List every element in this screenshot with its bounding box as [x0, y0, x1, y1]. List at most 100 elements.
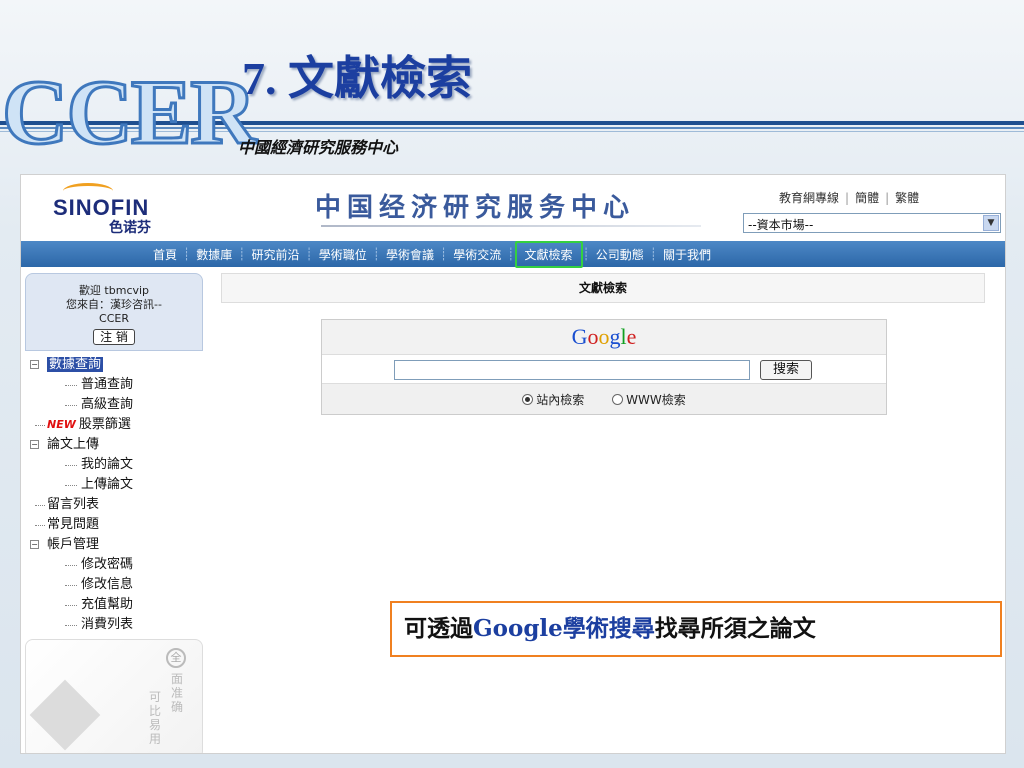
- callout-box: 可透過Google學術搜尋找尋所須之論文: [390, 601, 1002, 657]
- market-select-value: --資本市場--: [748, 218, 814, 232]
- option-site-search-label: 站內檢索: [536, 393, 585, 407]
- nav-separator: ┊: [372, 247, 380, 261]
- panel-title: 文獻檢索: [221, 273, 985, 303]
- tree-connector: [65, 585, 77, 586]
- sidebar-item[interactable]: NEW 股票篩選: [25, 415, 203, 435]
- welcome-box: 歡迎 tbmcvip 您來自：漢珍咨訊-- CCER 注 销: [25, 273, 203, 351]
- radio-www-search[interactable]: [612, 394, 624, 405]
- tree-connector: [35, 525, 45, 526]
- sidebar-item[interactable]: 常見問題: [25, 515, 203, 535]
- sidebar-item-label: 論文上傳: [47, 437, 100, 452]
- welcome-org: CCER: [99, 312, 129, 325]
- tree-connector: [35, 505, 45, 506]
- nav-item[interactable]: 學術職位: [313, 246, 373, 263]
- option-www-search-label: WWW檢索: [626, 393, 686, 407]
- google-search-box: Google 搜索 站內檢索 WWW檢索: [321, 319, 887, 415]
- sidebar-item-label: 我的論文: [81, 457, 134, 472]
- new-badge: NEW: [47, 418, 76, 431]
- nav-item[interactable]: 首頁: [147, 246, 183, 263]
- nav-separator: ┊: [238, 247, 246, 261]
- toplink-simplified[interactable]: 簡體: [849, 191, 885, 205]
- collapse-toggle-icon[interactable]: −: [30, 440, 39, 449]
- sidebar-item-label: 上傳論文: [81, 477, 134, 492]
- tree-connector: [65, 385, 77, 386]
- brand-sub: 色诺芬: [109, 220, 151, 236]
- nav-item[interactable]: 文獻檢索: [514, 240, 583, 268]
- market-select[interactable]: --資本市場-- ▼: [743, 213, 1001, 233]
- site-header: SINOFIN 色诺芬 中国经济研究服务中心 教育網專線 | 簡體 | 繁體 --資本市…: [21, 175, 1005, 239]
- ad-text-col2: 可比易用: [148, 690, 161, 746]
- sidebar-item[interactable]: 消費列表: [25, 615, 203, 635]
- nav-item[interactable]: 學術會議: [380, 246, 440, 263]
- ad-circle-badge: 全: [166, 648, 186, 668]
- sidebar-item-label: 高級查詢: [81, 397, 134, 412]
- search-input[interactable]: [394, 360, 750, 380]
- nav-item[interactable]: 關于我們: [657, 246, 717, 263]
- callout-text-3: 找尋所須之論文: [654, 615, 816, 642]
- diamond-icon: [29, 679, 101, 751]
- sidebar-item[interactable]: 修改信息: [25, 575, 203, 595]
- nav-item[interactable]: 數據庫: [190, 246, 238, 263]
- google-logo-letter: g: [609, 324, 621, 349]
- option-site-search[interactable]: 站內檢索: [522, 393, 584, 407]
- sidebar-item[interactable]: 高級查詢: [25, 395, 203, 415]
- sidebar-item-label: 帳戶管理: [47, 537, 100, 552]
- toplink-edu[interactable]: 教育網專線: [773, 191, 845, 205]
- sidebar-item[interactable]: 修改密碼: [25, 555, 203, 575]
- option-www-search[interactable]: WWW檢索: [612, 393, 686, 407]
- sidebar-item[interactable]: 普通查詢: [25, 375, 203, 395]
- slide-title: 7. 文獻檢索: [242, 53, 472, 104]
- sidebar-tree: − 數據查詢 普通查詢 高級查詢 NEW 股票篩選 − 論文上傳 我的論文 上傳論文 留言列表 常見問…: [25, 355, 203, 635]
- search-button[interactable]: 搜索: [760, 360, 812, 380]
- google-logo-letter: G: [571, 324, 588, 349]
- search-options: 站內檢索 WWW檢索: [322, 386, 886, 414]
- radio-site-search[interactable]: [522, 394, 534, 405]
- tree-connector: [65, 465, 77, 466]
- site-name-underline: [321, 225, 701, 227]
- tree-connector: [35, 425, 45, 426]
- tree-connector: [65, 605, 77, 606]
- sidebar-item[interactable]: 留言列表: [25, 495, 203, 515]
- nav-item[interactable]: 公司動態: [590, 246, 650, 263]
- sidebar-item-label: 修改密碼: [81, 557, 134, 572]
- sidebar-item-label: 修改信息: [81, 577, 134, 592]
- search-row: 搜索: [322, 354, 886, 384]
- sidebar-item-label: 消費列表: [81, 617, 134, 632]
- sidebar-item-label: 普通查詢: [81, 377, 134, 392]
- nav-separator: ┊: [305, 247, 313, 261]
- callout-text-1: 可透過: [404, 615, 473, 642]
- tree-connector: [65, 625, 77, 626]
- ccer-logo: CCER: [1, 61, 259, 163]
- google-logo: Google: [322, 320, 886, 354]
- welcome-origin: 您來自：漢珍咨訊--: [66, 298, 162, 311]
- sidebar-item-label: 股票篩選: [78, 417, 131, 432]
- logout-button[interactable]: 注 销: [93, 329, 135, 345]
- nav-item[interactable]: 研究前沿: [246, 246, 306, 263]
- ad-banner[interactable]: 全 面准确 可比易用: [25, 639, 203, 753]
- nav-item[interactable]: 學術交流: [447, 246, 507, 263]
- top-links: 教育網專線 | 簡體 | 繁體: [773, 189, 925, 206]
- google-logo-letter: o: [598, 324, 610, 349]
- sidebar-item[interactable]: 充值幫助: [25, 595, 203, 615]
- website-screenshot: SINOFIN 色诺芬 中国经济研究服务中心 教育網專線 | 簡體 | 繁體 --資本市…: [20, 174, 1006, 754]
- sidebar-item[interactable]: − 數據查詢: [25, 355, 203, 375]
- collapse-toggle-icon[interactable]: −: [30, 540, 39, 549]
- collapse-toggle-icon[interactable]: −: [30, 360, 39, 369]
- sidebar-item[interactable]: 上傳論文: [25, 475, 203, 495]
- tree-connector: [65, 565, 77, 566]
- sinofin-logo[interactable]: SINOFIN 色诺芬: [53, 183, 193, 236]
- welcome-user: 歡迎 tbmcvip: [78, 284, 150, 297]
- sidebar-item-label: 常見問題: [47, 517, 100, 532]
- nav-separator: ┊: [440, 247, 448, 261]
- ad-text-col1: 面准确: [170, 672, 183, 714]
- main-nav: 首頁 ┊ 數據庫 ┊ 研究前沿 ┊ 學術職位 ┊ 學術會議 ┊ 學術交流 ┊ 文獻檢索 ┊ 公司動態 ┊ 關于我…: [21, 240, 1005, 268]
- site-name: 中国经济研究服务中心: [315, 193, 636, 223]
- tree-connector: [65, 405, 77, 406]
- sidebar-item-label: 充值幫助: [81, 597, 134, 612]
- sidebar-item[interactable]: 我的論文: [25, 455, 203, 475]
- sidebar-item[interactable]: − 帳戶管理: [25, 535, 203, 555]
- chevron-down-icon[interactable]: ▼: [983, 215, 999, 231]
- sidebar-item-label: 數據查詢: [47, 357, 104, 372]
- sidebar-item[interactable]: − 論文上傳: [25, 435, 203, 455]
- toplink-traditional[interactable]: 繁體: [889, 191, 925, 205]
